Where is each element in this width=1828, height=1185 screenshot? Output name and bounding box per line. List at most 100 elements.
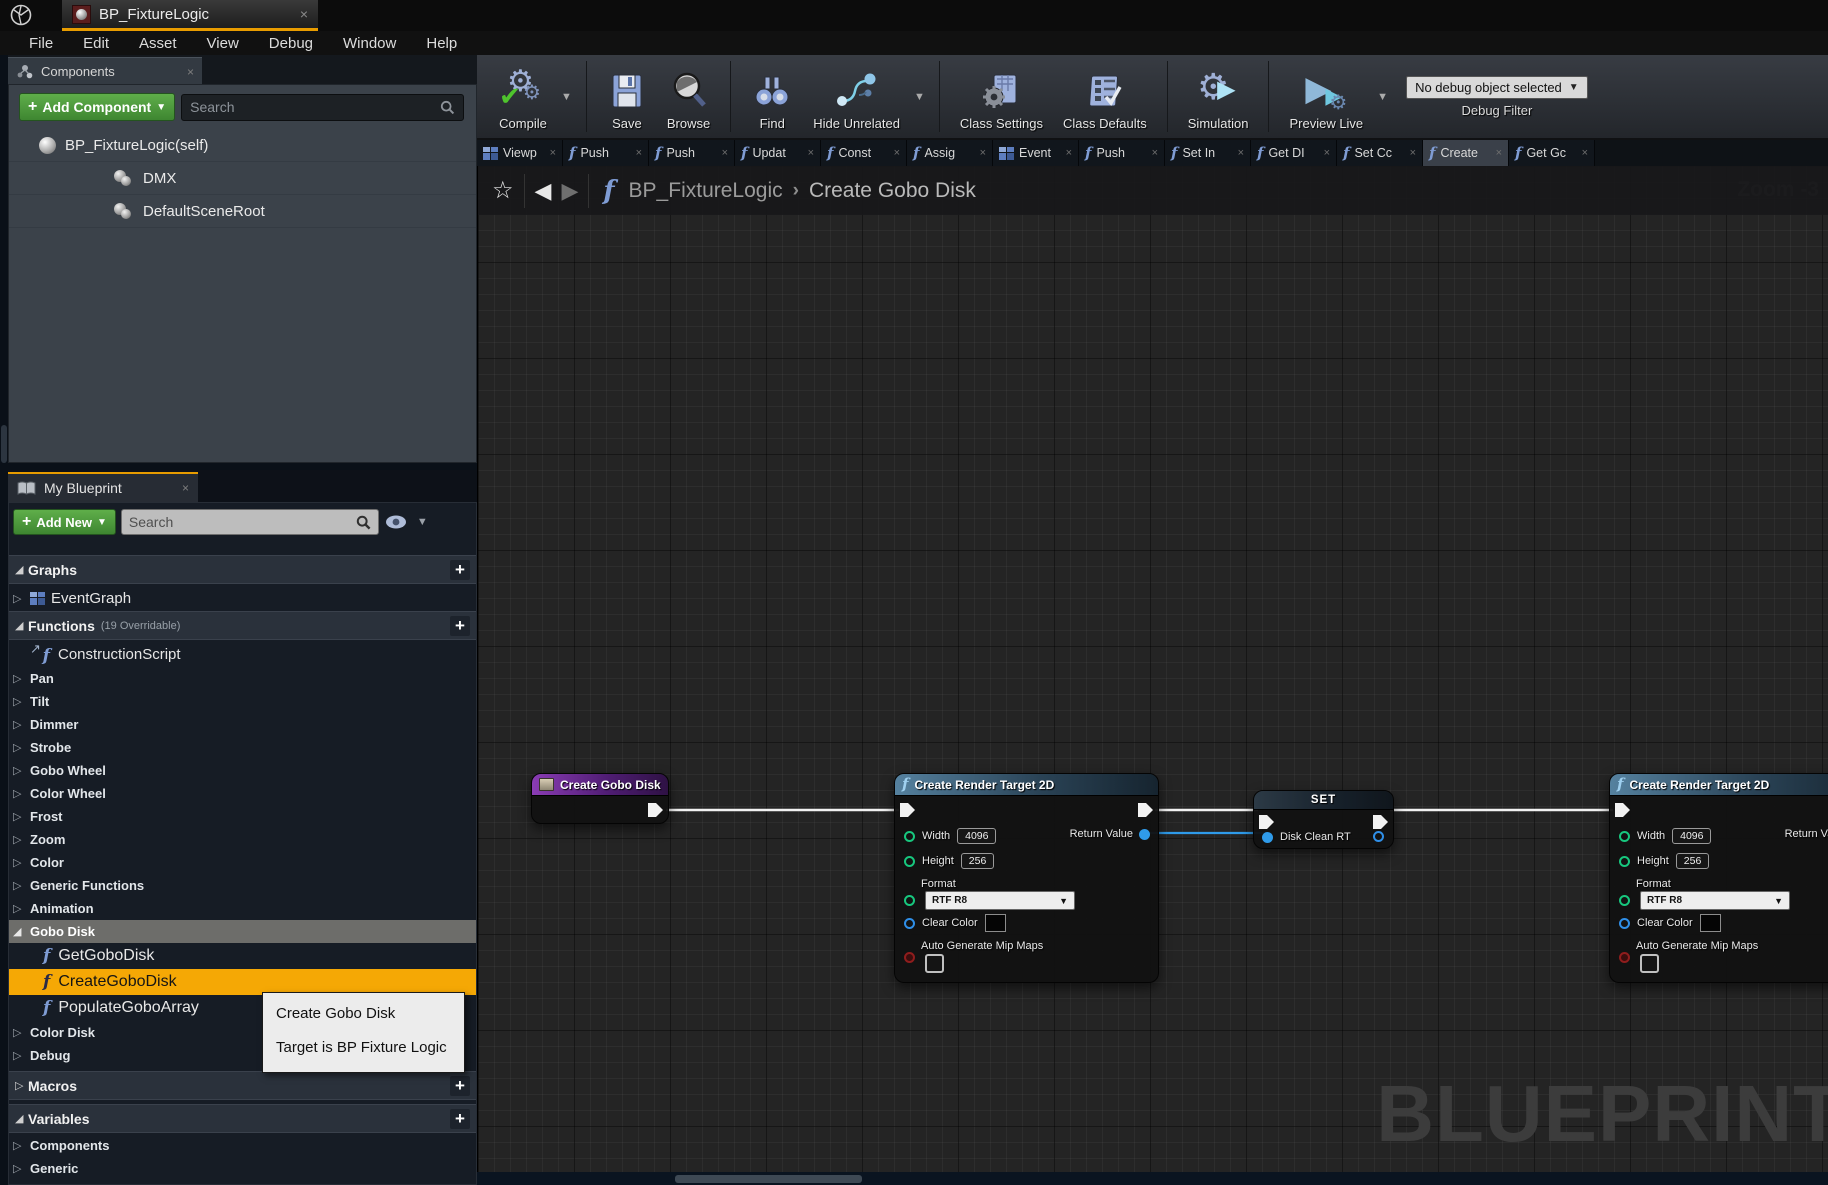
graph-tab-close-icon[interactable]: × [1152, 147, 1158, 159]
expand-triangle-icon[interactable]: ▷ [13, 1139, 24, 1152]
chevron-down-icon[interactable]: ▼ [557, 91, 576, 103]
exec-input-pin[interactable] [900, 803, 915, 817]
expand-triangle-icon[interactable]: ▷ [13, 1162, 24, 1175]
graph-tab-close-icon[interactable]: × [550, 147, 556, 159]
expand-triangle-icon[interactable]: ▷ [13, 833, 24, 846]
eye-filter-chevron-icon[interactable]: ▼ [413, 516, 432, 528]
menu-item-file[interactable]: File [14, 35, 68, 52]
expand-triangle-icon[interactable]: ▷ [13, 764, 24, 777]
graph-tab-set-in[interactable]: fSet In× [1165, 140, 1251, 166]
exec-output-pin[interactable] [648, 803, 663, 817]
blueprint-graph-canvas[interactable]: BLUEPRINT Zoom -3 Create Gobo DiskfCreat… [477, 166, 1828, 1172]
section-header-macros[interactable]: ▷Macros+ [9, 1071, 476, 1100]
category-components[interactable]: ▷Components [9, 1134, 476, 1157]
component-tree-row[interactable]: BP_FixtureLogic(self) [9, 129, 476, 162]
format-dropdown[interactable]: RTF R8▼ [925, 891, 1075, 910]
expand-triangle-icon[interactable]: ▷ [13, 787, 24, 800]
toolbar-button-save[interactable]: Save [597, 55, 657, 138]
expand-triangle-icon[interactable]: ▷ [13, 902, 24, 915]
components-search-input[interactable]: Search [181, 94, 464, 121]
graph-horizontal-scrollbar[interactable] [477, 1172, 1828, 1185]
toolbar-button-compile[interactable]: ⚙⚙✔Compile [489, 55, 557, 138]
expand-triangle-icon[interactable]: ▷ [13, 810, 24, 823]
graph-tab-close-icon[interactable]: × [1324, 147, 1330, 159]
collapse-triangle-icon[interactable]: ◢ [13, 925, 24, 938]
left-scrollbar-thumb[interactable] [1, 425, 7, 463]
my-blueprint-search-input[interactable]: Search [121, 509, 379, 535]
category-generic[interactable]: ▷Generic [9, 1157, 476, 1180]
category-generic-functions[interactable]: ▷Generic Functions [9, 874, 476, 897]
category-dimmer[interactable]: ▷Dimmer [9, 713, 476, 736]
add-plus-button[interactable]: + [450, 560, 470, 580]
graph-tab-push[interactable]: fPush× [1079, 140, 1165, 166]
return-value-pin[interactable] [1139, 829, 1150, 840]
param-input-pin[interactable] [904, 918, 915, 929]
node-crt2[interactable]: fCreate Render Target 2DReturn ValueWidt… [1609, 773, 1828, 983]
expand-triangle-icon[interactable]: ▷ [13, 672, 24, 685]
expand-triangle-icon[interactable]: ▷ [13, 879, 24, 892]
debug-object-dropdown[interactable]: No debug object selected▼ [1406, 76, 1588, 99]
param-input-pin[interactable] [1619, 856, 1630, 867]
mipmaps-checkbox[interactable] [925, 954, 944, 973]
toolbar-button-class-settings[interactable]: Class Settings [950, 55, 1053, 138]
graph-tab-get-di[interactable]: fGet DI× [1251, 140, 1337, 166]
expand-triangle-icon[interactable]: ▷ [13, 1026, 24, 1039]
node-event[interactable]: Create Gobo Disk [531, 773, 669, 824]
toolbar-button-class-defaults[interactable]: Class Defaults [1053, 55, 1157, 138]
menu-item-debug[interactable]: Debug [254, 35, 328, 52]
category-pan[interactable]: ▷Pan [9, 667, 476, 690]
component-tree-row[interactable]: DMX [9, 162, 476, 195]
expand-triangle-icon[interactable]: ▷ [13, 695, 24, 708]
category-gobo-disk[interactable]: ◢Gobo Disk [9, 920, 476, 943]
expand-triangle-icon[interactable]: ▷ [13, 718, 24, 731]
section-header-graphs[interactable]: ◢Graphs+ [9, 555, 476, 584]
tab-my-blueprint[interactable]: My Blueprint × [8, 472, 198, 502]
param-input-pin[interactable] [1619, 918, 1630, 929]
clear-color-swatch[interactable] [1700, 914, 1721, 932]
param-input-pin[interactable] [904, 856, 915, 867]
add-new-button[interactable]: + Add New ▼ [13, 509, 116, 535]
exec-output-pin[interactable] [1138, 803, 1153, 817]
param-value-input[interactable]: 256 [961, 853, 995, 869]
graph-tab-close-icon[interactable]: × [1238, 147, 1244, 159]
tab-components[interactable]: Components × [8, 57, 202, 85]
nav-forward-icon[interactable]: ▶ [561, 180, 578, 202]
collapse-triangle-icon[interactable]: ◢ [15, 619, 28, 632]
graph-tab-close-icon[interactable]: × [1496, 147, 1502, 159]
category-color-wheel[interactable]: ▷Color Wheel [9, 782, 476, 805]
format-dropdown[interactable]: RTF R8▼ [1640, 891, 1790, 910]
function-getgobodisk[interactable]: fGetGoboDisk [9, 943, 476, 969]
menu-item-view[interactable]: View [192, 35, 254, 52]
graph-tab-close-icon[interactable]: × [808, 147, 814, 159]
param-value-input[interactable]: 4096 [1672, 828, 1711, 844]
expand-triangle-icon[interactable]: ▷ [13, 1049, 24, 1062]
category-strobe[interactable]: ▷Strobe [9, 736, 476, 759]
breadcrumb-root[interactable]: BP_FixtureLogic [629, 179, 783, 203]
expand-triangle-icon[interactable]: ▷ [15, 1079, 28, 1092]
menu-item-asset[interactable]: Asset [124, 35, 192, 52]
param-input-pin[interactable] [1619, 831, 1630, 842]
param-value-input[interactable]: 256 [1676, 853, 1710, 869]
param-value-input[interactable]: 4096 [957, 828, 996, 844]
graph-tab-set-cc[interactable]: fSet Cc× [1337, 140, 1423, 166]
graph-tab-close-icon[interactable]: × [1410, 147, 1416, 159]
add-plus-button[interactable]: + [450, 1109, 470, 1129]
mipmaps-checkbox[interactable] [1640, 954, 1659, 973]
list-item-eventgraph[interactable]: ▷EventGraph [9, 585, 476, 611]
expand-triangle-icon[interactable]: ▷ [13, 856, 24, 869]
add-plus-button[interactable]: + [450, 1076, 470, 1096]
expand-triangle-icon[interactable]: ▷ [13, 741, 24, 754]
menu-item-help[interactable]: Help [411, 35, 472, 52]
exec-output-pin[interactable] [1373, 815, 1388, 829]
category-tilt[interactable]: ▷Tilt [9, 690, 476, 713]
collapse-triangle-icon[interactable]: ◢ [15, 1112, 28, 1125]
category-zoom[interactable]: ▷Zoom [9, 828, 476, 851]
add-component-button[interactable]: + Add Component ▼ [19, 93, 175, 121]
nav-back-icon[interactable]: ◀ [535, 180, 552, 202]
data-input-pin[interactable] [1262, 832, 1273, 843]
graph-tab-assig[interactable]: fAssig× [907, 140, 993, 166]
menu-item-window[interactable]: Window [328, 35, 411, 52]
menu-item-edit[interactable]: Edit [68, 35, 124, 52]
graph-tab-get-gc[interactable]: fGet Gc× [1509, 140, 1595, 166]
toolbar-button-browse[interactable]: Browse [657, 55, 720, 138]
